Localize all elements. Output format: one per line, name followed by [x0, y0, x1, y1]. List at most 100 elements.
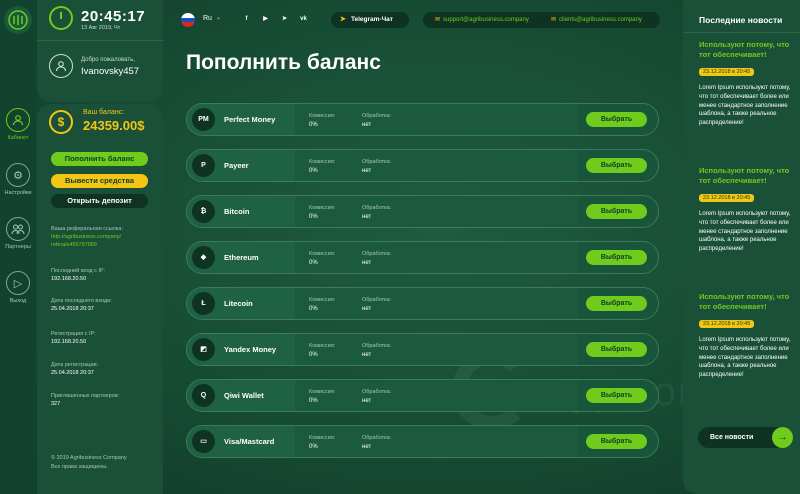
- sidebar-item-settings[interactable]: ⚙ Настройки: [0, 163, 36, 196]
- logo-icon[interactable]: [4, 6, 32, 34]
- contact-emails: ✉ support@agribusiness.company ✉ clients@a…: [423, 12, 660, 28]
- last-date-info: Дата последнего входа: 25.04.2018 20:37: [51, 298, 112, 314]
- ref-link[interactable]: http://agribusiness.company/: [51, 234, 123, 242]
- reg-ip-label: Регистрация с IP:: [51, 331, 96, 337]
- sidebar-rail: Кабинет ⚙ Настройки Партнеры ▷ Выход: [0, 0, 36, 494]
- payment-logo-icon: Ł: [192, 292, 215, 315]
- support-email-text: support@agribusiness.company: [443, 17, 529, 23]
- processing-label: Обработка:: [362, 113, 392, 119]
- news-headline[interactable]: Используют потому, что тот обеспечивает!: [699, 40, 795, 60]
- news-panel: Последние новости Используют потому, что…: [683, 0, 800, 494]
- page-title: Пополнить баланс: [186, 51, 381, 74]
- news-item[interactable]: Используют потому, что тот обеспечивает!…: [699, 292, 795, 380]
- arrow-right-icon: →: [772, 427, 793, 448]
- commission-label: Комиссия:: [309, 205, 336, 211]
- last-ip-label: Последний вход с IP:: [51, 268, 106, 274]
- vk-icon[interactable]: vk: [297, 13, 310, 26]
- partners-icon: [6, 217, 30, 241]
- payment-logo-icon: ◆: [192, 246, 215, 269]
- select-button[interactable]: Выбрать: [586, 296, 647, 311]
- commission-label: Комиссия:: [309, 159, 336, 165]
- payment-row[interactable]: PM Perfect Money Комиссия: 0% Обработка: нет В…: [186, 103, 659, 136]
- mail-icon: ✉: [551, 17, 557, 23]
- open-deposit-button[interactable]: Открыть депозит: [51, 194, 148, 208]
- telegram-chat-button[interactable]: ➤ Telegram-Чат: [331, 12, 409, 28]
- payment-row[interactable]: ◆ Ethereum Комиссия: 0% Обработка: нет Выбрать: [186, 241, 659, 274]
- select-button[interactable]: Выбрать: [586, 204, 647, 219]
- partners-label: Приглашенных партнеров:: [51, 393, 120, 399]
- processing-value: нет: [362, 260, 372, 266]
- news-headline[interactable]: Используют потому, что тот обеспечивает!: [699, 166, 795, 186]
- commission-value: 0%: [309, 260, 318, 266]
- balance-value: 24359.00$: [83, 118, 145, 133]
- partners-value: 327: [51, 400, 61, 407]
- welcome-text: Добро пожаловать,: [81, 57, 135, 63]
- processing-label: Обработка:: [362, 297, 392, 303]
- news-item[interactable]: Используют потому, что тот обеспечивает!…: [699, 40, 795, 128]
- deposit-button[interactable]: Пополнить баланс: [51, 152, 148, 166]
- payment-logo-icon: ◩: [192, 338, 215, 361]
- support-email-link[interactable]: ✉ support@agribusiness.company: [435, 12, 529, 28]
- payment-name: Yandex Money: [224, 345, 277, 354]
- avatar[interactable]: [49, 54, 73, 78]
- play-icon: ▷: [6, 271, 30, 295]
- payment-logo-icon: P: [192, 154, 215, 177]
- processing-label: Обработка:: [362, 343, 392, 349]
- partners-info: Приглашенных партнеров: 327: [51, 393, 119, 409]
- processing-value: нет: [362, 168, 372, 174]
- processing-label: Обработка:: [362, 205, 392, 211]
- commission-value: 0%: [309, 214, 318, 220]
- news-text: Lorem Ipsum используют потому, что тот о…: [699, 337, 791, 378]
- commission-value: 0%: [309, 444, 318, 450]
- all-news-button[interactable]: Все новости →: [698, 427, 793, 448]
- payment-logo-icon: ▭: [192, 430, 215, 453]
- ref-label: Ваша реферальная ссылка:: [51, 226, 123, 232]
- news-headline[interactable]: Используют потому, что тот обеспечивает!: [699, 292, 795, 312]
- ref-link-cont[interactable]: referals456787889: [51, 242, 123, 250]
- sidebar-item-partners[interactable]: Партнеры: [0, 217, 36, 250]
- select-button[interactable]: Выбрать: [586, 250, 647, 265]
- sidebar-item-logout[interactable]: ▷ Выход: [0, 271, 36, 304]
- payment-row[interactable]: Ł Litecoin Комиссия: 0% Обработка: нет Выбрать: [186, 287, 659, 320]
- payment-logo-icon: ₿: [192, 200, 215, 223]
- payment-logo-icon: Q: [192, 384, 215, 407]
- chevron-down-icon: ⌄: [216, 15, 222, 21]
- payment-row[interactable]: P Payeer Комиссия: 0% Обработка: нет Выбрать: [186, 149, 659, 182]
- language-select[interactable]: Ru: [203, 15, 212, 22]
- select-button[interactable]: Выбрать: [586, 388, 647, 403]
- reg-ip-info: Регистрация с IP: 192.168.20.50: [51, 331, 96, 347]
- commission-label: Комиссия:: [309, 435, 336, 441]
- payment-row[interactable]: ▭ Visa/Mastcard Комиссия: 0% Обработка: нет Вы…: [186, 425, 659, 458]
- processing-label: Обработка:: [362, 159, 392, 165]
- processing-value: нет: [362, 444, 372, 450]
- withdraw-button[interactable]: Вывести средства: [51, 174, 148, 188]
- news-item[interactable]: Используют потому, что тот обеспечивает!…: [699, 166, 795, 254]
- clock-time: 20:45:17: [81, 8, 146, 25]
- youtube-icon[interactable]: ▶: [259, 13, 272, 26]
- select-button[interactable]: Выбрать: [586, 158, 647, 173]
- payment-row[interactable]: ◩ Yandex Money Комиссия: 0% Обработка: нет Выб…: [186, 333, 659, 366]
- payment-row[interactable]: ₿ Bitcoin Комиссия: 0% Обработка: нет Выбрать: [186, 195, 659, 228]
- telegram-icon[interactable]: ➤: [278, 13, 291, 26]
- username: Ivanovsky457: [81, 66, 140, 77]
- clients-email-link[interactable]: ✉ clients@agribusiness.company: [551, 12, 642, 28]
- copyright-text: © 2019 Agribusiness Company: [51, 455, 127, 461]
- russia-flag-icon[interactable]: [181, 13, 195, 27]
- mail-icon: ✉: [435, 17, 441, 23]
- telegram-icon: ➤: [340, 16, 346, 23]
- dollar-coin-icon: $: [49, 110, 73, 134]
- reg-date-info: Дата регистрации: 25.04.2018 20:37: [51, 362, 98, 378]
- payment-row[interactable]: Q Qiwi Wallet Комиссия: 0% Обработка: нет Выбр…: [186, 379, 659, 412]
- select-button[interactable]: Выбрать: [586, 112, 647, 127]
- processing-value: нет: [362, 306, 372, 312]
- select-button[interactable]: Выбрать: [586, 434, 647, 449]
- select-button[interactable]: Выбрать: [586, 342, 647, 357]
- sidebar-item-cabinet[interactable]: Кабинет: [0, 108, 36, 141]
- sidebar-item-label: Выход: [9, 298, 27, 304]
- news-text: Lorem Ipsum используют потому, что тот о…: [699, 211, 791, 252]
- facebook-icon[interactable]: f: [240, 13, 253, 26]
- user-header-panel: 20:45:17 13 Авг 2019, Чт Добро пожаловат…: [37, 0, 163, 102]
- news-title: Последние новости: [699, 15, 783, 25]
- commission-label: Комиссия:: [309, 343, 336, 349]
- gear-icon: ⚙: [6, 163, 30, 187]
